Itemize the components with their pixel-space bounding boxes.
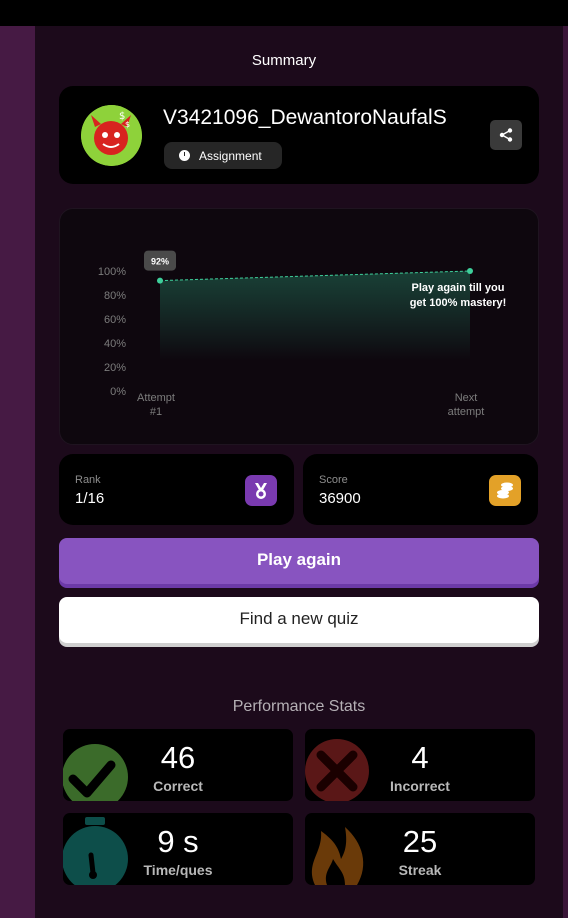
time-stat-card: 9 s Time/ques [63,813,293,885]
time-label: Time/ques [143,862,213,878]
incorrect-label: Incorrect [390,778,450,794]
username: V3421096_DewantoroNaufalS [163,106,447,129]
right-scroll-edge [563,26,568,918]
mastery-annotation: Play again till you [412,282,505,294]
x-tick-label: attempt [448,406,485,418]
correct-stat-card: 46 Correct [63,729,293,801]
streak-count: 25 [402,824,438,859]
x-tick-label: Next [455,392,478,404]
y-tick-label: 60% [104,314,126,326]
mastery-chart-card: 100% 80% 60% 40% 20% 0% 92% Play again till you… [59,208,539,445]
y-tick-label: 80% [104,290,126,302]
top-bar [0,0,568,26]
performance-stats-title: Performance Stats [232,698,366,715]
clock-icon [179,150,190,161]
x-tick-label: Attempt [137,392,175,404]
y-tick-label: 40% [104,338,126,350]
play-again-button[interactable]: Play again [59,538,539,584]
mastery-annotation: get 100% mastery! [410,297,507,309]
share-icon [499,128,513,142]
assignment-tag-label: Assignment [199,148,262,163]
streak-label: Streak [398,862,442,878]
data-point [467,268,473,274]
y-tick-label: 100% [98,266,126,278]
x-tick-label: #1 [150,406,162,418]
share-button[interactable] [490,120,522,150]
score-value: 36900 [319,490,361,507]
left-background-strip [0,26,35,918]
y-tick-label: 0% [110,386,126,398]
point-label: 92% [151,257,169,267]
score-card: Score 36900 [303,454,538,525]
find-new-quiz-button[interactable]: Find a new quiz [59,597,539,643]
red-devil-avatar-icon: $ $ [81,105,142,166]
streak-stat-card: 25 Streak [305,813,535,885]
rank-value: 1/16 [75,490,105,507]
mastery-chart: 100% 80% 60% 40% 20% 0% 92% Play again till you… [98,250,507,418]
data-point [157,277,163,284]
correct-count: 46 [160,740,196,775]
incorrect-stat-card: 4 Incorrect [305,729,535,801]
assignment-tag: Assignment [164,142,282,169]
svg-text:$: $ [125,120,130,129]
y-tick-label: 20% [104,362,126,374]
incorrect-count: 4 [411,740,429,775]
coins-icon [489,475,521,506]
time-per-question: 9 s [157,824,199,859]
score-label: Score [319,474,348,486]
summary-title: Summary [251,52,317,69]
profile-card: $ $ V3421096_DewantoroNaufalS Assignment [59,86,539,184]
rank-card: Rank 1/16 [59,454,294,525]
correct-label: Correct [153,778,203,794]
medal-icon [245,475,277,506]
rank-label: Rank [75,474,101,486]
